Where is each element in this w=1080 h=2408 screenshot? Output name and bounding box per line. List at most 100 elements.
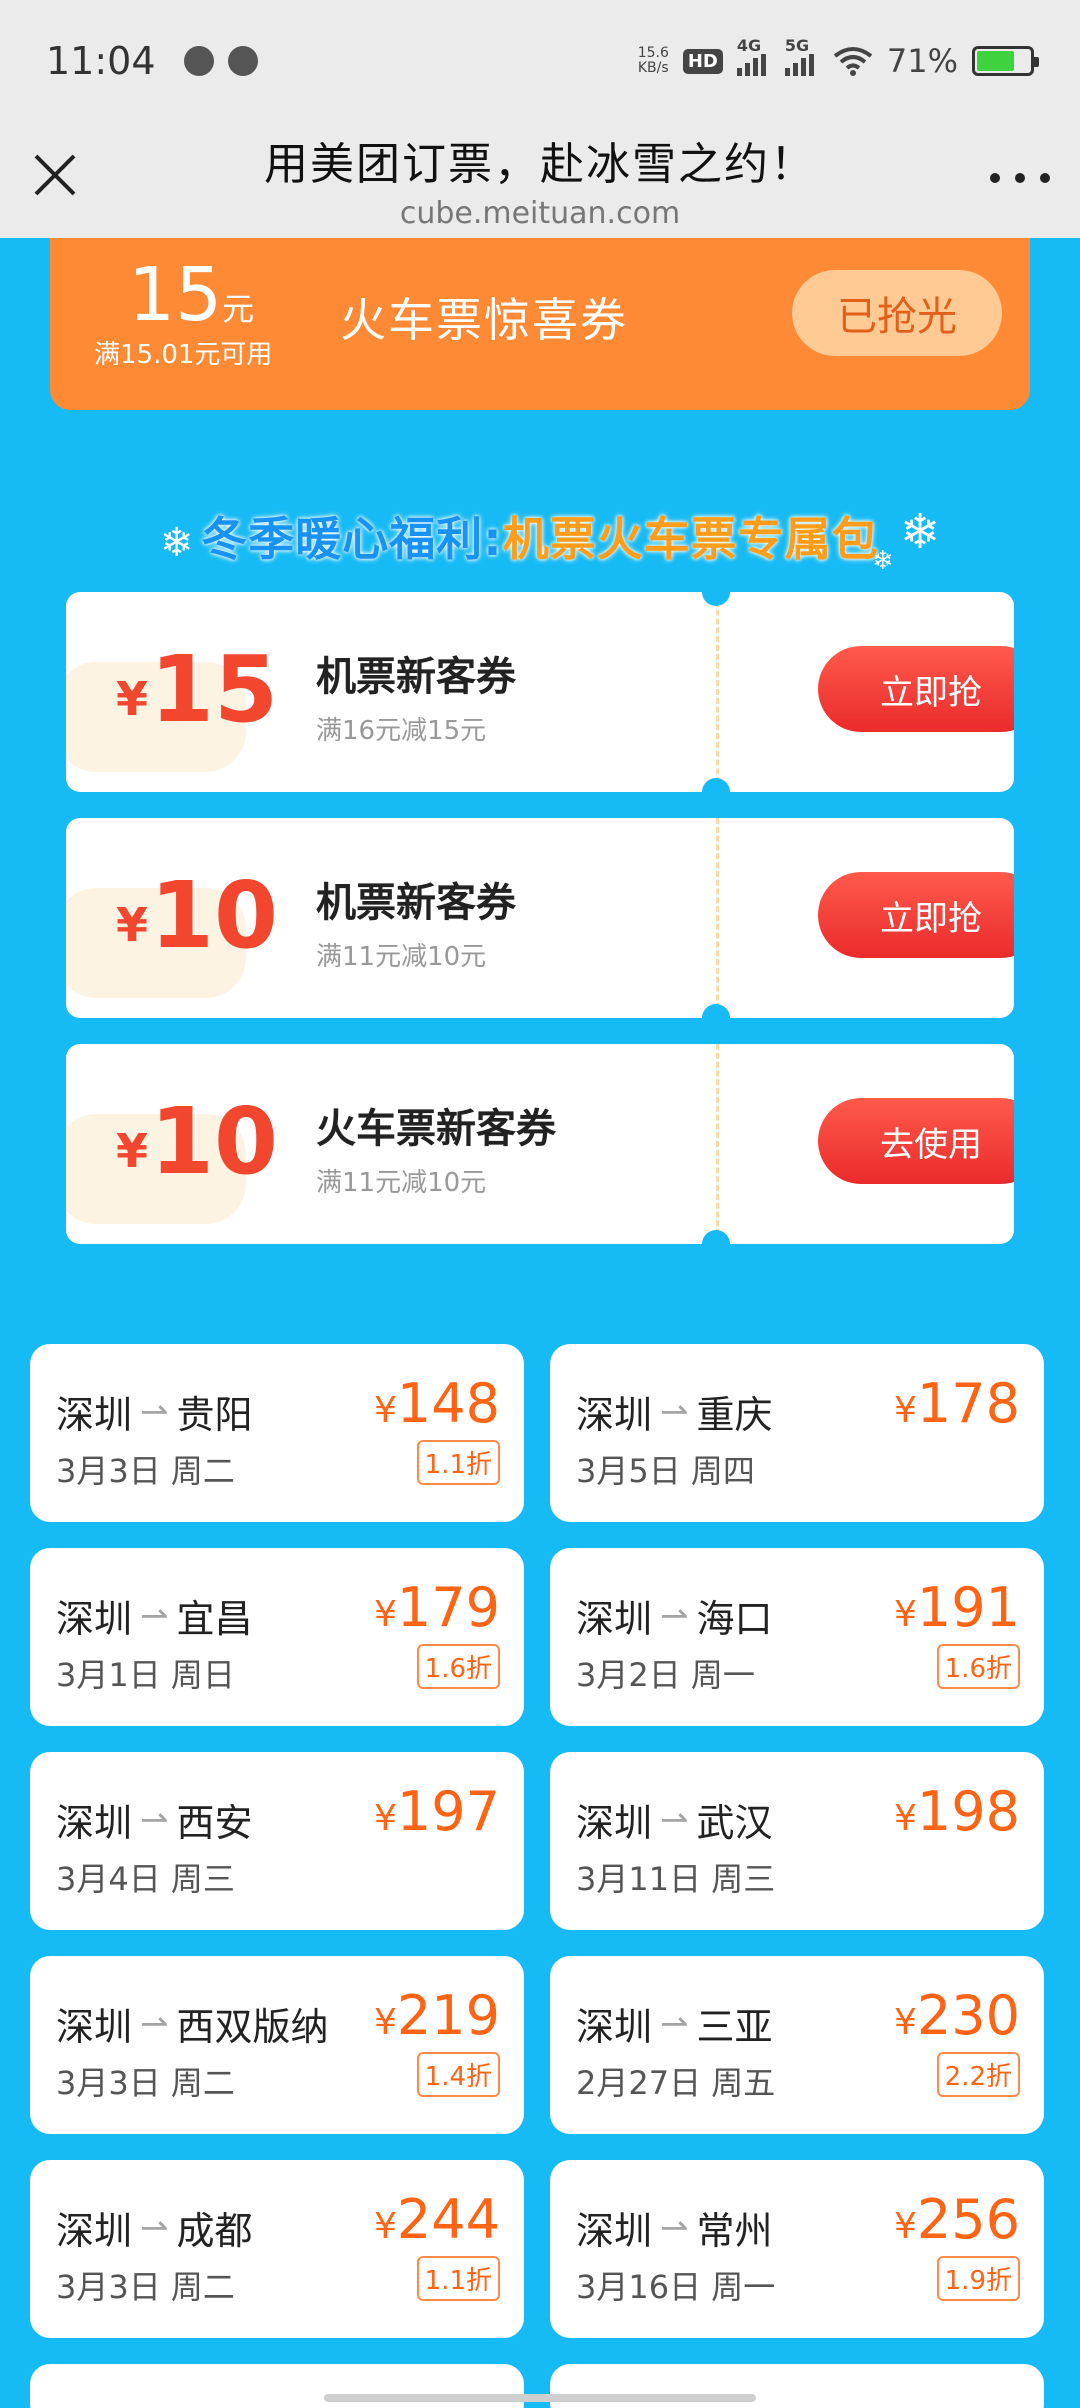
route-arrow-icon: ⇀ (140, 2003, 169, 2044)
route-card[interactable]: 深圳 ⇀ 常州 3月16日 周一 ¥256 1.9折 (550, 2160, 1044, 2338)
route-price-value: 219 (396, 1984, 500, 2047)
currency-symbol: ¥ (894, 1594, 917, 1635)
coupon-notch (702, 1004, 730, 1032)
route-to: 三亚 (696, 2005, 773, 2049)
discount-badge: 1.4折 (416, 2052, 500, 2097)
new-customer-coupon: ¥ 10 火车票新客券 满11元减10元 去使用 (66, 1044, 1014, 1244)
currency-symbol: ¥ (374, 2206, 397, 2247)
route-card[interactable]: 深圳 ⇀ 三亚 2月27日 周五 ¥230 2.2折 (550, 1956, 1044, 2134)
discount-badge: 2.2折 (936, 2052, 1020, 2097)
coupon-title: 机票新客券 (316, 654, 516, 700)
surprise-amount-unit: 元 (222, 290, 255, 328)
route-date: 3月3日 周二 (56, 2268, 235, 2306)
battery-icon (972, 46, 1039, 76)
new-customer-coupon: ¥ 15 机票新客券 满16元减15元 立即抢 (66, 592, 1014, 792)
route-price: ¥256 (894, 2188, 1020, 2251)
route-card[interactable]: 深圳 ⇀ 贵阳 3月3日 周二 ¥148 1.1折 (30, 1344, 524, 1522)
route-price: ¥148 (374, 1372, 500, 1435)
route-to: 海口 (696, 1597, 773, 1641)
route-price-value: 197 (396, 1780, 500, 1843)
coupon-condition: 满11元减10元 (316, 942, 487, 972)
route-arrow-icon: ⇀ (660, 1595, 689, 1636)
route-card[interactable]: 深圳 ⇀ 海口 3月2日 周一 ¥191 1.6折 (550, 1548, 1044, 1726)
coupon-divider (716, 818, 719, 1018)
surprise-coupon-amount: 15元 (128, 252, 254, 338)
discount-badge: 1.6折 (416, 1644, 500, 1689)
route-cities: 深圳 ⇀ 三亚 (576, 1996, 773, 2051)
more-icon[interactable] (990, 166, 1050, 190)
surprise-coupon-condition: 满15.01元可用 (94, 340, 273, 370)
route-to: 武汉 (696, 1801, 773, 1845)
coupon-condition: 满11元减10元 (316, 1168, 487, 1198)
webview-header: 用美团订票，赴冰雪之约！ cube.meituan.com (0, 122, 1080, 238)
route-price: ¥230 (894, 1984, 1020, 2047)
currency-symbol: ¥ (894, 2206, 917, 2247)
welfare-pack-banner: 冬季暖心福利:机票火车票专属包 (160, 506, 920, 566)
coupon-notch (702, 1230, 730, 1258)
route-cities: 深圳 ⇀ 宜昌 (56, 1588, 253, 1643)
route-arrow-icon: ⇀ (140, 2207, 169, 2248)
page-title: 用美团订票，赴冰雪之约！ (264, 139, 816, 190)
route-from: 深圳 (576, 1801, 653, 1845)
close-icon[interactable] (28, 148, 82, 202)
battery-level (977, 51, 1014, 71)
route-date: 3月16日 周一 (576, 2268, 776, 2306)
route-price-value: 256 (916, 2188, 1020, 2251)
coupon-amount: 10 (150, 862, 279, 969)
signal-4g-icon: 4G (736, 36, 771, 76)
currency-symbol: ¥ (374, 1798, 397, 1839)
signal-4g-label: 4G (736, 36, 762, 55)
grab-coupon-button[interactable]: 立即抢 (818, 646, 1014, 732)
sold-out-button[interactable]: 已抢光 (792, 270, 1002, 356)
network-speed-unit: KB/s (637, 60, 669, 76)
route-cities: 深圳 ⇀ 常州 (576, 2200, 773, 2255)
battery-percent: 71% (886, 42, 958, 80)
route-cities: 深圳 ⇀ 西安 (56, 1792, 253, 1847)
route-price: ¥178 (894, 1372, 1020, 1435)
route-card[interactable]: 深圳 ⇀ 西双版纳 3月3日 周二 ¥219 1.4折 (30, 1956, 524, 2134)
route-cities: 深圳 ⇀ 成都 (56, 2200, 253, 2255)
route-cities: 深圳 ⇀ 重庆 (576, 1384, 773, 1439)
route-arrow-icon: ⇀ (660, 1391, 689, 1432)
route-card[interactable]: 深圳 ⇀ 武汉 3月11日 周三 ¥198 (550, 1752, 1044, 1930)
route-from: 深圳 (56, 2005, 133, 2049)
route-date: 3月2日 周一 (576, 1656, 755, 1694)
route-arrow-icon: ⇀ (140, 1799, 169, 1840)
route-price: ¥244 (374, 2188, 500, 2251)
route-card[interactable]: 深圳 ⇀ 宜昌 3月1日 周日 ¥179 1.6折 (30, 1548, 524, 1726)
signal-5g-label: 5G (784, 36, 810, 55)
route-price-value: 178 (916, 1372, 1020, 1435)
route-date: 3月4日 周三 (56, 1860, 235, 1898)
route-price-value: 230 (916, 1984, 1020, 2047)
route-card[interactable]: 深圳 ⇀ 成都 3月3日 周二 ¥244 1.1折 (30, 2160, 524, 2338)
route-cities: 深圳 ⇀ 武汉 (576, 1792, 773, 1847)
coupon-divider (716, 592, 719, 792)
coupon-amount: 10 (150, 1088, 279, 1195)
currency-symbol: ¥ (894, 1798, 917, 1839)
route-price-value: 179 (396, 1576, 500, 1639)
route-from: 深圳 (56, 2209, 133, 2253)
currency-symbol: ¥ (374, 1594, 397, 1635)
route-from: 深圳 (576, 1597, 653, 1641)
train-surprise-coupon: 15元 满15.01元可用 火车票惊喜券 已抢光 (50, 238, 1030, 410)
use-coupon-button[interactable]: 去使用 (818, 1098, 1014, 1184)
coupon-title: 机票新客券 (316, 880, 516, 926)
route-to: 贵阳 (176, 1393, 253, 1437)
route-card[interactable]: 深圳 ⇀ 西安 3月4日 周三 ¥197 (30, 1752, 524, 1930)
discount-badge: 1.1折 (416, 2256, 500, 2301)
coupon-condition: 满16元减15元 (316, 716, 487, 746)
route-arrow-icon: ⇀ (660, 2207, 689, 2248)
route-price: ¥197 (374, 1780, 500, 1843)
hd-badge: HD (682, 48, 723, 74)
coupon-notch (702, 778, 730, 806)
route-card[interactable]: 深圳 ⇀ 重庆 3月5日 周四 ¥178 (550, 1344, 1044, 1522)
currency-symbol: ¥ (894, 1390, 917, 1431)
route-arrow-icon: ⇀ (660, 1799, 689, 1840)
wifi-icon (833, 47, 873, 76)
route-from: 深圳 (576, 2005, 653, 2049)
status-time: 11:04 (46, 39, 156, 83)
currency-symbol: ¥ (374, 2002, 397, 2043)
route-price-value: 198 (916, 1780, 1020, 1843)
grab-coupon-button[interactable]: 立即抢 (818, 872, 1014, 958)
banner-title-part1: 冬季暖心福利: (201, 512, 503, 566)
